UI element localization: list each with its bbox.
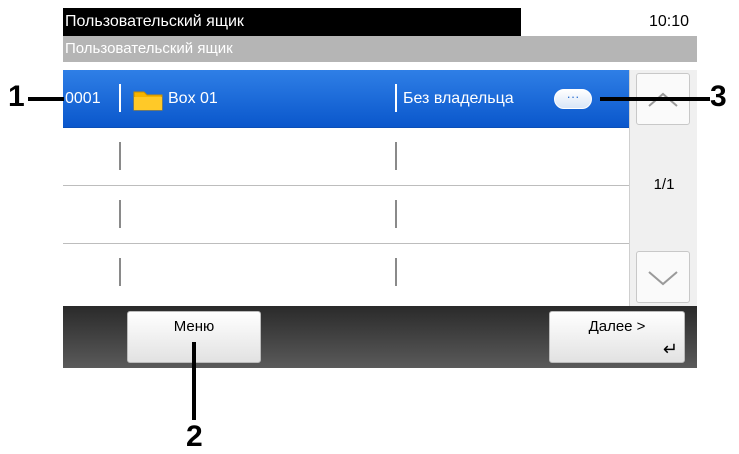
next-button[interactable]: Далее > ↵ bbox=[549, 311, 685, 363]
callout-line-3 bbox=[600, 97, 710, 101]
list-item[interactable] bbox=[63, 244, 629, 306]
column-divider bbox=[395, 84, 397, 112]
scrollbar: 1/1 bbox=[629, 70, 697, 306]
callout-number-3: 3 bbox=[710, 80, 727, 113]
folder-icon bbox=[133, 91, 163, 111]
column-divider bbox=[119, 84, 121, 112]
column-divider bbox=[395, 258, 397, 286]
page-indicator: 1/1 bbox=[653, 176, 675, 193]
column-divider bbox=[395, 142, 397, 170]
status-title: Пользовательский ящик bbox=[63, 8, 521, 36]
callout-line-1 bbox=[28, 97, 64, 101]
box-list: 0001 Box 01 Без владельца ··· bbox=[63, 70, 629, 306]
status-bar: Пользовательский ящик 10:10 bbox=[63, 8, 697, 36]
callout-line-2 bbox=[192, 342, 196, 420]
panel-screen: Пользовательский ящик 10:10 Пользователь… bbox=[63, 8, 697, 368]
column-divider bbox=[119, 142, 121, 170]
box-name: Box 01 bbox=[168, 90, 218, 107]
column-divider bbox=[119, 200, 121, 228]
enter-icon: ↵ bbox=[662, 339, 678, 359]
scroll-down-button[interactable] bbox=[636, 251, 690, 303]
next-button-label: Далее > bbox=[588, 318, 646, 335]
callout-number-1: 1 bbox=[8, 80, 25, 113]
callout-number-2: 2 bbox=[186, 420, 203, 453]
bottom-bar: Меню Далее > ↵ bbox=[63, 306, 697, 368]
menu-button-label: Меню bbox=[173, 318, 215, 335]
list-item[interactable] bbox=[63, 128, 629, 186]
list-item[interactable] bbox=[63, 186, 629, 244]
column-divider bbox=[119, 258, 121, 286]
box-owner: Без владельца bbox=[403, 90, 514, 107]
box-number: 0001 bbox=[65, 90, 101, 107]
breadcrumb: Пользовательский ящик bbox=[63, 36, 697, 62]
list-item-selected[interactable]: 0001 Box 01 Без владельца ··· bbox=[63, 70, 629, 128]
clock: 10:10 bbox=[648, 13, 689, 30]
detail-button[interactable]: ··· bbox=[554, 89, 592, 109]
column-divider bbox=[395, 200, 397, 228]
chevron-down-icon bbox=[648, 271, 678, 286]
